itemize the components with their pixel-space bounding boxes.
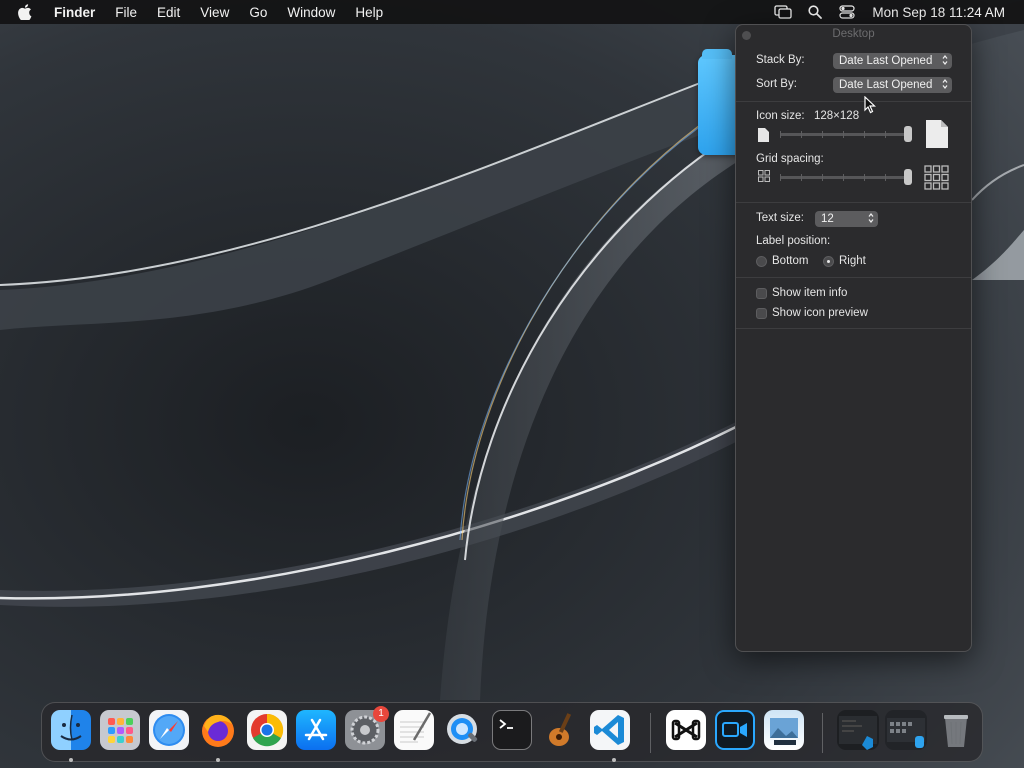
sort-by-label: Sort By:: [756, 78, 797, 90]
icon-size-value: 128×128: [814, 110, 860, 122]
quicktime-icon[interactable]: [443, 710, 483, 750]
slider-tick: [801, 131, 802, 138]
icon-size-label: Icon size:: [756, 110, 805, 122]
window-thumbnail-icon[interactable]: [837, 710, 879, 750]
trash-icon[interactable]: [936, 710, 976, 750]
show-icon-preview-checkbox[interactable]: [756, 308, 767, 319]
menu-bar-clock[interactable]: Mon Sep 18 11:24 AM: [872, 5, 1005, 20]
dock: 1: [41, 702, 983, 762]
slider-tick: [843, 174, 844, 181]
slider-tick: [864, 131, 865, 138]
mouse-pointer-icon: [864, 96, 876, 114]
desktop-view-options-panel: Desktop Stack By: Date Last Opened Sort …: [735, 24, 972, 652]
divider: [736, 202, 971, 203]
menu-go[interactable]: Go: [239, 5, 277, 20]
folder-tab: [702, 49, 732, 59]
radio-bottom-label[interactable]: Bottom: [772, 255, 808, 267]
running-indicator: [69, 758, 73, 762]
capcut-icon[interactable]: [666, 710, 706, 750]
preview-icon[interactable]: [764, 710, 804, 750]
launchpad-icon[interactable]: [100, 710, 140, 750]
large-grid-icon: [924, 165, 949, 193]
radio-right[interactable]: [823, 256, 834, 267]
safari-icon[interactable]: [149, 710, 189, 750]
app-store-icon[interactable]: [296, 710, 336, 750]
stack-by-value: Date Last Opened: [839, 55, 933, 67]
panel-title: Desktop: [832, 28, 875, 40]
divider: [736, 328, 971, 329]
slider-tick: [780, 131, 781, 138]
slider-tick: [885, 174, 886, 181]
menu-view[interactable]: View: [190, 5, 239, 20]
text-size-value: 12: [821, 213, 834, 225]
garageband-icon[interactable]: [541, 710, 581, 750]
large-document-icon: [926, 120, 948, 151]
divider: [736, 277, 971, 278]
icon-size-slider-knob[interactable]: [904, 126, 912, 142]
menu-help[interactable]: Help: [345, 5, 393, 20]
screen-mirroring-icon[interactable]: [772, 1, 794, 23]
grid-spacing-label: Grid spacing:: [756, 153, 824, 165]
updown-arrows-icon: [942, 54, 948, 71]
slider-tick: [864, 174, 865, 181]
label-position-label: Label position:: [756, 235, 831, 247]
small-grid-icon: [758, 170, 770, 185]
radio-right-label[interactable]: Right: [839, 255, 866, 267]
menu-edit[interactable]: Edit: [147, 5, 190, 20]
icon-size-slider[interactable]: [780, 131, 912, 138]
window-thumbnail-icon[interactable]: [885, 710, 927, 750]
finder-icon[interactable]: [51, 710, 91, 750]
panel-titlebar[interactable]: Desktop: [736, 25, 971, 45]
spotlight-search-icon[interactable]: [804, 1, 826, 23]
chrome-icon[interactable]: [247, 710, 287, 750]
slider-tick: [822, 174, 823, 181]
system-settings-icon[interactable]: 1: [345, 706, 389, 750]
slider-tick: [843, 131, 844, 138]
updown-arrows-icon: [868, 212, 874, 229]
updown-arrows-icon: [942, 78, 948, 95]
grid-spacing-slider-knob[interactable]: [904, 169, 912, 185]
running-indicator: [216, 758, 220, 762]
notification-badge: 1: [373, 706, 389, 722]
menu-app-name[interactable]: Finder: [44, 5, 105, 20]
running-indicator: [612, 758, 616, 762]
text-size-popup[interactable]: 12: [815, 211, 878, 227]
sort-by-value: Date Last Opened: [839, 79, 933, 91]
stack-by-label: Stack By:: [756, 54, 805, 66]
divider: [736, 101, 971, 102]
dock-separator: [650, 713, 651, 753]
apple-menu-icon[interactable]: [14, 1, 36, 23]
dock-separator: [822, 713, 823, 753]
stack-by-popup[interactable]: Date Last Opened: [833, 53, 952, 69]
menu-window[interactable]: Window: [277, 5, 345, 20]
slider-tick: [780, 174, 781, 181]
textedit-icon[interactable]: [394, 710, 434, 750]
small-document-icon: [758, 128, 769, 145]
slider-tick: [822, 131, 823, 138]
show-icon-preview-label[interactable]: Show icon preview: [772, 307, 868, 319]
slider-tick: [801, 174, 802, 181]
screen-recorder-icon[interactable]: [715, 710, 755, 750]
slider-tick: [885, 131, 886, 138]
radio-bottom[interactable]: [756, 256, 767, 267]
show-item-info-checkbox[interactable]: [756, 288, 767, 299]
vscode-icon[interactable]: [590, 710, 630, 750]
firefox-icon[interactable]: [198, 710, 238, 750]
text-size-label: Text size:: [756, 212, 804, 224]
control-center-icon[interactable]: [836, 1, 858, 23]
grid-spacing-slider[interactable]: [780, 174, 912, 181]
sort-by-popup[interactable]: Date Last Opened: [833, 77, 952, 93]
menu-bar: Finder File Edit View Go Window Help Mon…: [0, 0, 1024, 24]
terminal-icon[interactable]: [492, 710, 532, 750]
show-item-info-label[interactable]: Show item info: [772, 287, 847, 299]
menu-file[interactable]: File: [105, 5, 147, 20]
